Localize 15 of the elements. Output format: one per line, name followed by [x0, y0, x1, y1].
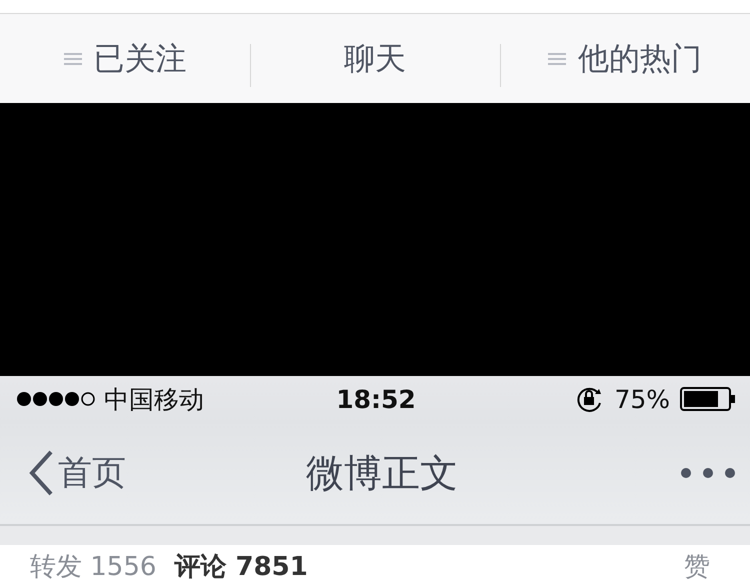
menu-icon — [548, 50, 566, 66]
back-button[interactable]: 首页 — [28, 450, 218, 496]
profile-tab[interactable]: 聊天 — [250, 14, 500, 103]
back-chevron-icon — [28, 450, 54, 496]
more-icon[interactable] — [680, 467, 736, 479]
page-title: 微博正文 — [305, 450, 459, 496]
carrier-name: 中国移动 — [104, 384, 204, 416]
battery-icon — [680, 387, 736, 411]
menu-icon — [64, 50, 82, 66]
profile-tab[interactable]: 已关注 — [0, 14, 250, 103]
battery-percent: 75% — [614, 384, 670, 414]
clock-time: 18:52 — [336, 384, 416, 414]
stats-tab[interactable]: 评论 7851 — [174, 552, 308, 583]
signal-icon — [16, 391, 96, 407]
profile-tab[interactable]: 他的热门 — [500, 14, 750, 103]
